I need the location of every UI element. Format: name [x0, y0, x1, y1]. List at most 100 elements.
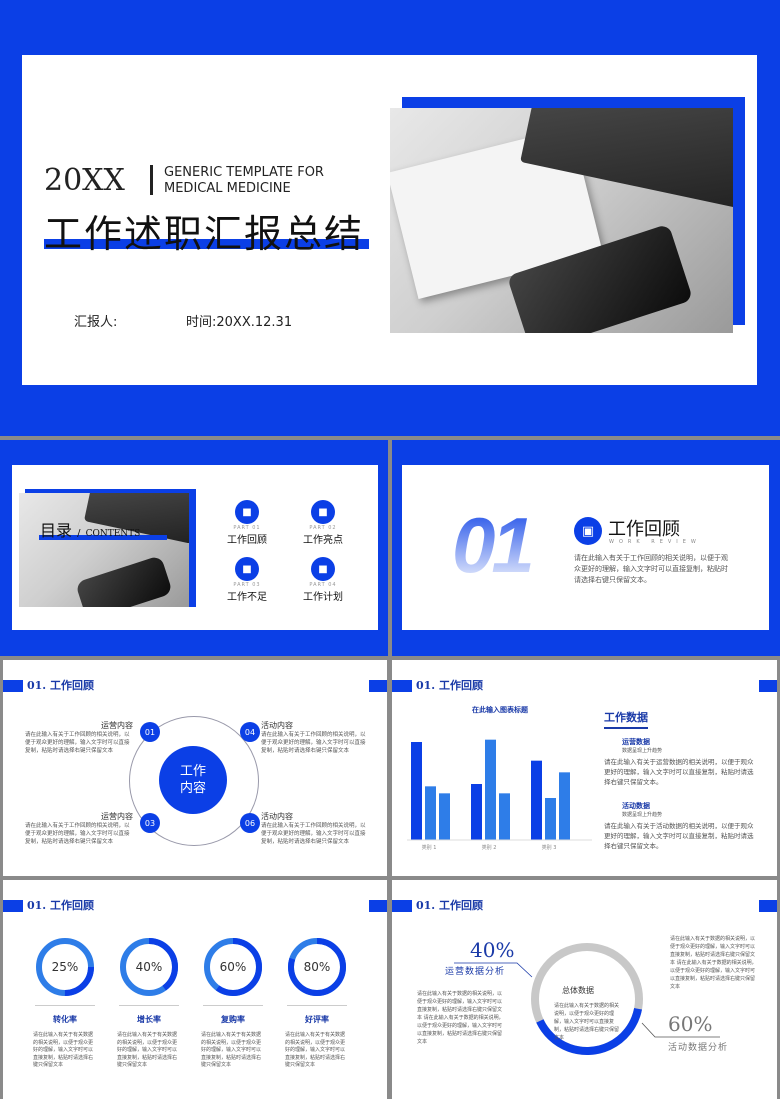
briefcase-icon: ■	[235, 500, 259, 524]
bar	[545, 798, 556, 840]
center-text: 内容	[179, 781, 206, 796]
category-label: 类别 2	[482, 844, 497, 851]
cycle-center: 工作 内容	[159, 746, 227, 814]
left-label: 运营数据分析	[445, 967, 506, 977]
block-title: 运营数据	[622, 738, 650, 746]
bar	[485, 739, 496, 840]
cycle-item: 活动内容 请在此输入有关于工作回顾的相关说明，以便于观众更好的理解，输入文字时可…	[261, 811, 369, 846]
divider	[150, 165, 153, 195]
cover-title: 工作述职汇报总结	[44, 212, 365, 256]
toc-item[interactable]: ■ PART 01 工作回顾	[222, 500, 272, 546]
block-sub: 数据呈现上升趋势	[622, 812, 663, 818]
cycle-item: 运营内容 请在此输入有关于工作回顾的相关说明，以便于观众更好的理解，输入文字时可…	[25, 720, 133, 755]
slide-header: 01. 工作回顾	[416, 679, 483, 692]
cycle-item: 运营内容 请在此输入有关于工作回顾的相关说明，以便于观众更好的理解，输入文字时可…	[25, 811, 133, 846]
divider	[35, 1005, 95, 1006]
overall-desc: 请在此输入有关于数据的相关说明，以便于观众更好的理解，输入文字时可以直接复制，粘…	[554, 1003, 620, 1041]
divider	[287, 1005, 347, 1006]
bar	[425, 786, 436, 840]
chart-slide[interactable]: 01. 工作回顾 在此输入图表标题 类别 1 类别 2 类别 3 工作数据 运营数据…	[392, 660, 777, 876]
rate-desc: 请在此输入有关于有关数据的相关说明，以便于观众更好的理解，输入文字时可以直接复制…	[201, 1032, 262, 1068]
header-bar	[392, 680, 412, 692]
rates-slide[interactable]: 01. 工作回顾 25% 转化率 请在此输入有关于有关数据的相关说明，以便于观众…	[3, 880, 387, 1099]
cycle-item-title: 运营内容	[101, 721, 133, 730]
bar	[411, 742, 422, 840]
block-sub: 数据呈现上升趋势	[622, 748, 663, 754]
toc-label: 工作回顾	[227, 535, 267, 546]
subtitle-line: GENERIC TEMPLATE FOR	[164, 165, 324, 180]
team-icon: ■	[235, 557, 259, 581]
rate-donut: 60%	[204, 938, 262, 996]
cover-photo	[390, 108, 733, 333]
cycle-slide[interactable]: 01. 工作回顾 工作 内容 01 运营内容 请在此输入有关于工作回顾的相关说明，…	[3, 660, 387, 876]
header-bar	[3, 680, 23, 692]
rate-name: 增长率	[137, 1015, 161, 1024]
cover-subtitle: GENERIC TEMPLATE FOR MEDICAL MEDICINE	[164, 165, 324, 197]
cycle-node: 01	[140, 722, 160, 742]
section-slide[interactable]: 01 ▣ 工作回顾 WORK REVIEW 请在此输入有关于工作回顾的相关说明，…	[392, 440, 780, 656]
contents-photo	[19, 493, 189, 607]
calendar-icon: ■	[311, 500, 335, 524]
contents-title: 目录 / CONTENTS	[40, 517, 140, 541]
divider	[203, 1005, 263, 1006]
section-desc: 请在此输入有关于工作回顾的相关说明，以便于观众更好的理解，输入文字时可以直接复制…	[574, 554, 728, 584]
cycle-item-desc: 请在此输入有关于工作回顾的相关说明，以便于观众更好的理解，输入文字时可以直接复制…	[261, 823, 366, 845]
cycle-item-desc: 请在此输入有关于工作回顾的相关说明，以便于观众更好的理解，输入文字时可以直接复制…	[25, 823, 130, 845]
cycle-item: 活动内容 请在此输入有关于工作回顾的相关说明，以便于观众更好的理解，输入文字时可…	[261, 720, 369, 755]
section-title: 工作回顾	[608, 519, 680, 540]
bar	[559, 772, 570, 840]
work-data-title: 工作数据	[604, 709, 648, 729]
cycle-node: 04	[240, 722, 260, 742]
cycle-item-title: 活动内容	[261, 812, 293, 821]
header-bar	[369, 680, 387, 692]
header-bar	[369, 900, 387, 912]
briefcase-icon: ▣	[574, 517, 602, 545]
cycle-item-desc: 请在此输入有关于工作回顾的相关说明，以便于观众更好的理解，输入文字时可以直接复制…	[25, 732, 130, 754]
time-value: 20XX.12.31	[216, 315, 293, 330]
cycle-item-title: 运营内容	[101, 812, 133, 821]
header-bar	[759, 680, 777, 692]
time: 时间:20XX.12.31	[186, 311, 292, 330]
overall-title: 总体数据	[562, 986, 594, 995]
rate-value: 80%	[304, 960, 331, 974]
chart-title: 在此输入图表标题	[472, 706, 528, 714]
rate-name: 复购率	[221, 1015, 245, 1024]
handshake-icon: ■	[311, 557, 335, 581]
rate-desc: 请在此输入有关于有关数据的相关说明，以便于观众更好的理解，输入文字时可以直接复制…	[33, 1032, 94, 1068]
bar	[439, 793, 450, 840]
cycle-node: 06	[240, 813, 260, 833]
title-en: CONTENTS	[85, 529, 141, 539]
separator: /	[77, 528, 81, 539]
title-cn: 目录	[40, 521, 73, 540]
rate-desc: 请在此输入有关于有关数据的相关说明，以便于观众更好的理解，输入文字时可以直接复制…	[285, 1032, 346, 1068]
rate-value: 60%	[220, 960, 247, 974]
block-desc: 请在此输入有关于活动数据的相关说明，以便于观众更好的理解，输入文字时可以直接复制…	[604, 822, 754, 850]
overall-slide[interactable]: 01. 工作回顾 总体数据 请在此输入有关于数据的相关说明，以便于观众更好的理解…	[392, 880, 777, 1099]
slide-header: 01. 工作回顾	[27, 899, 94, 912]
cycle-node: 03	[140, 813, 160, 833]
cycle-item-title: 活动内容	[261, 721, 293, 730]
block-title: 活动数据	[622, 802, 650, 810]
rate-donut: 80%	[288, 938, 346, 996]
right-desc: 请在此输入有关于数据的相关说明，以便于观众更好的理解，输入文字时可以直接复制，粘…	[670, 936, 757, 990]
section-title-en: WORK REVIEW	[609, 539, 701, 545]
cover-slide[interactable]: 20XX GENERIC TEMPLATE FOR MEDICAL MEDICIN…	[0, 0, 780, 436]
header-bar	[3, 900, 23, 912]
toc-item[interactable]: ■ PART 02 工作亮点	[298, 500, 348, 546]
slide-header: 01. 工作回顾	[27, 679, 94, 692]
toc-item[interactable]: ■ PART 03 工作不足	[222, 557, 272, 603]
left-desc: 请在此输入有关于数据的相关说明，以便于观众更好的理解，输入文字时可以直接复制，粘…	[417, 991, 504, 1045]
cover-year: 20XX	[44, 163, 125, 198]
toc-label: 工作亮点	[303, 535, 343, 546]
work-data-block: 活动数据 数据呈现上升趋势 请在此输入有关于活动数据的相关说明，以便于观众更好的…	[604, 801, 754, 851]
bar	[531, 760, 542, 840]
toc-item[interactable]: ■ PART 04 工作计划	[298, 557, 348, 603]
contents-slide[interactable]: 目录 / CONTENTS ■ PART 01 工作回顾 ■ PART 02 工…	[0, 440, 388, 656]
bar	[471, 784, 482, 840]
left-pct: 40%	[470, 938, 515, 962]
subtitle-line: MEDICAL MEDICINE	[164, 181, 291, 196]
rate-value: 40%	[136, 960, 163, 974]
right-label: 活动数据分析	[668, 1043, 729, 1053]
category-label: 类别 3	[542, 844, 557, 851]
rate-name: 转化率	[53, 1015, 77, 1024]
